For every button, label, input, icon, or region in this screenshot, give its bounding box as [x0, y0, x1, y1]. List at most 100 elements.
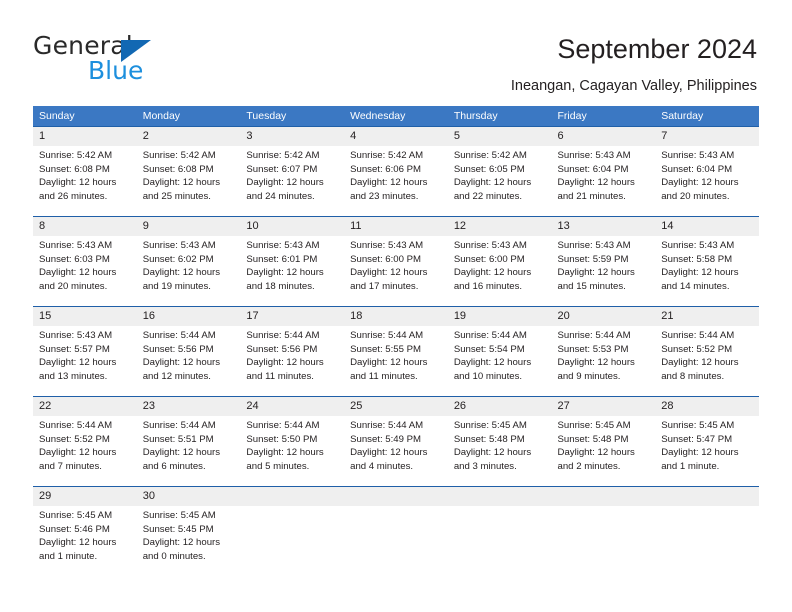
- day-cell[interactable]: 20 Sunrise: 5:44 AM Sunset: 5:53 PM Dayl…: [551, 306, 656, 397]
- sunset-text: Sunset: 5:45 PM: [142, 523, 214, 535]
- day-details: Sunrise: 5:43 AM Sunset: 6:03 PM Dayligh…: [33, 236, 137, 293]
- sunset-text: Sunset: 5:56 PM: [246, 343, 318, 355]
- day-cell[interactable]: 12 Sunrise: 5:43 AM Sunset: 6:00 PM Dayl…: [447, 216, 552, 307]
- daylight-text-line2: and 0 minutes.: [142, 550, 206, 562]
- day-cell[interactable]: 2 Sunrise: 5:42 AM Sunset: 6:08 PM Dayli…: [136, 126, 241, 217]
- day-cell[interactable]: 3 Sunrise: 5:42 AM Sunset: 6:07 PM Dayli…: [240, 126, 345, 217]
- daylight-text-line2: and 4 minutes.: [350, 460, 414, 472]
- day-cell[interactable]: 13 Sunrise: 5:43 AM Sunset: 5:59 PM Dayl…: [551, 216, 656, 307]
- day-cell[interactable]: 1 Sunrise: 5:42 AM Sunset: 6:08 PM Dayli…: [33, 126, 137, 217]
- day-cell[interactable]: 27 Sunrise: 5:45 AM Sunset: 5:48 PM Dayl…: [551, 396, 656, 487]
- day-cell-empty: [344, 486, 448, 576]
- daylight-text-line1: Daylight: 12 hours: [453, 177, 532, 189]
- weekday-header-wednesday: Wednesday: [344, 106, 448, 127]
- sunrise-text: Sunrise: 5:45 AM: [453, 420, 527, 431]
- day-cell[interactable]: 9 Sunrise: 5:43 AM Sunset: 6:02 PM Dayli…: [136, 216, 241, 307]
- day-number: 11: [344, 217, 448, 236]
- daylight-text-line1: Daylight: 12 hours: [661, 447, 739, 459]
- day-details: Sunrise: 5:43 AM Sunset: 5:59 PM Dayligh…: [552, 236, 656, 293]
- day-details: Sunrise: 5:44 AM Sunset: 5:56 PM Dayligh…: [137, 326, 241, 383]
- sunrise-text: Sunrise: 5:42 AM: [39, 150, 113, 161]
- sunset-text: Sunset: 6:02 PM: [142, 253, 214, 265]
- sunset-text: Sunset: 6:08 PM: [39, 163, 110, 175]
- sunset-text: Sunset: 5:46 PM: [39, 523, 110, 535]
- day-details: Sunrise: 5:44 AM Sunset: 5:55 PM Dayligh…: [344, 326, 448, 383]
- day-cell[interactable]: 7 Sunrise: 5:43 AM Sunset: 6:04 PM Dayli…: [655, 126, 759, 217]
- day-cell[interactable]: 11 Sunrise: 5:43 AM Sunset: 6:00 PM Dayl…: [344, 216, 448, 307]
- sunrise-text: Sunrise: 5:45 AM: [557, 420, 631, 431]
- day-details: [344, 506, 448, 509]
- day-cell[interactable]: 25 Sunrise: 5:44 AM Sunset: 5:49 PM Dayl…: [344, 396, 448, 487]
- day-number: 30: [136, 487, 241, 506]
- day-details: Sunrise: 5:42 AM Sunset: 6:07 PM Dayligh…: [240, 146, 344, 203]
- day-number: 9: [136, 217, 241, 236]
- day-cell[interactable]: 18 Sunrise: 5:44 AM Sunset: 5:55 PM Dayl…: [344, 306, 448, 397]
- day-number: 15: [33, 307, 137, 326]
- sunset-text: Sunset: 6:03 PM: [39, 253, 110, 265]
- day-cell[interactable]: 17 Sunrise: 5:44 AM Sunset: 5:56 PM Dayl…: [240, 306, 345, 397]
- day-cell-empty: [240, 486, 345, 576]
- day-cell[interactable]: 8 Sunrise: 5:43 AM Sunset: 6:03 PM Dayli…: [33, 216, 137, 307]
- day-cell[interactable]: 23 Sunrise: 5:44 AM Sunset: 5:51 PM Dayl…: [136, 396, 241, 487]
- daylight-text-line2: and 8 minutes.: [661, 370, 725, 382]
- day-cell[interactable]: 29 Sunrise: 5:45 AM Sunset: 5:46 PM Dayl…: [33, 486, 137, 576]
- day-details: Sunrise: 5:44 AM Sunset: 5:52 PM Dayligh…: [33, 416, 137, 473]
- daylight-text-line2: and 13 minutes.: [39, 370, 108, 382]
- general-blue-logo[interactable]: General Blue: [33, 33, 213, 84]
- day-cell[interactable]: 5 Sunrise: 5:42 AM Sunset: 6:05 PM Dayli…: [447, 126, 552, 217]
- page-title: September 2024: [557, 34, 757, 64]
- daylight-text-line2: and 26 minutes.: [39, 190, 108, 202]
- day-cell[interactable]: 24 Sunrise: 5:44 AM Sunset: 5:50 PM Dayl…: [240, 396, 345, 487]
- day-cell[interactable]: 26 Sunrise: 5:45 AM Sunset: 5:48 PM Dayl…: [447, 396, 552, 487]
- daylight-text-line1: Daylight: 12 hours: [453, 447, 532, 459]
- day-number: [551, 487, 656, 506]
- day-cell[interactable]: 30 Sunrise: 5:45 AM Sunset: 5:45 PM Dayl…: [136, 486, 241, 576]
- day-details: Sunrise: 5:44 AM Sunset: 5:56 PM Dayligh…: [240, 326, 344, 383]
- sunset-text: Sunset: 5:49 PM: [350, 433, 422, 445]
- day-details: [448, 506, 552, 509]
- day-cell[interactable]: 16 Sunrise: 5:44 AM Sunset: 5:56 PM Dayl…: [136, 306, 241, 397]
- weekday-header-monday: Monday: [136, 106, 241, 127]
- day-number: 2: [136, 127, 241, 146]
- day-details: Sunrise: 5:44 AM Sunset: 5:52 PM Dayligh…: [655, 326, 759, 383]
- daylight-text-line1: Daylight: 12 hours: [39, 267, 117, 279]
- daylight-text-line2: and 1 minute.: [661, 460, 720, 472]
- daylight-text-line2: and 9 minutes.: [557, 370, 621, 382]
- day-cell[interactable]: 28 Sunrise: 5:45 AM Sunset: 5:47 PM Dayl…: [655, 396, 759, 487]
- sunset-text: Sunset: 5:48 PM: [453, 433, 525, 445]
- day-number: 24: [240, 397, 345, 416]
- day-number: 23: [136, 397, 241, 416]
- sunrise-text: Sunrise: 5:44 AM: [557, 330, 631, 341]
- daylight-text-line1: Daylight: 12 hours: [142, 447, 221, 459]
- day-number: 7: [655, 127, 759, 146]
- daylight-text-line1: Daylight: 12 hours: [39, 537, 117, 549]
- daylight-text-line1: Daylight: 12 hours: [350, 447, 428, 459]
- sunrise-text: Sunrise: 5:42 AM: [453, 150, 527, 161]
- day-details: Sunrise: 5:42 AM Sunset: 6:08 PM Dayligh…: [33, 146, 137, 203]
- day-number: 1: [33, 127, 137, 146]
- day-cell[interactable]: 21 Sunrise: 5:44 AM Sunset: 5:52 PM Dayl…: [655, 306, 759, 397]
- calendar-body: 1 Sunrise: 5:42 AM Sunset: 6:08 PM Dayli…: [33, 126, 759, 576]
- day-cell[interactable]: 10 Sunrise: 5:43 AM Sunset: 6:01 PM Dayl…: [240, 216, 345, 307]
- sunset-text: Sunset: 5:57 PM: [39, 343, 110, 355]
- daylight-text-line1: Daylight: 12 hours: [661, 267, 739, 279]
- day-cell[interactable]: 14 Sunrise: 5:43 AM Sunset: 5:58 PM Dayl…: [655, 216, 759, 307]
- daylight-text-line2: and 20 minutes.: [39, 280, 108, 292]
- sunrise-text: Sunrise: 5:44 AM: [39, 420, 113, 431]
- daylight-text-line1: Daylight: 12 hours: [246, 447, 324, 459]
- calendar-week-row: 29 Sunrise: 5:45 AM Sunset: 5:46 PM Dayl…: [33, 486, 759, 576]
- day-cell[interactable]: 4 Sunrise: 5:42 AM Sunset: 6:06 PM Dayli…: [344, 126, 448, 217]
- daylight-text-line2: and 11 minutes.: [246, 370, 314, 382]
- day-details: Sunrise: 5:45 AM Sunset: 5:47 PM Dayligh…: [655, 416, 759, 473]
- day-cell[interactable]: 6 Sunrise: 5:43 AM Sunset: 6:04 PM Dayli…: [551, 126, 656, 217]
- day-cell[interactable]: 19 Sunrise: 5:44 AM Sunset: 5:54 PM Dayl…: [447, 306, 552, 397]
- day-number: 18: [344, 307, 448, 326]
- sunset-text: Sunset: 5:58 PM: [661, 253, 733, 265]
- daylight-text-line2: and 17 minutes.: [350, 280, 419, 292]
- sunset-text: Sunset: 5:52 PM: [661, 343, 733, 355]
- sunrise-text: Sunrise: 5:43 AM: [350, 240, 424, 251]
- day-cell[interactable]: 22 Sunrise: 5:44 AM Sunset: 5:52 PM Dayl…: [33, 396, 137, 487]
- day-number: 6: [551, 127, 656, 146]
- day-cell[interactable]: 15 Sunrise: 5:43 AM Sunset: 5:57 PM Dayl…: [33, 306, 137, 397]
- daylight-text-line2: and 23 minutes.: [350, 190, 419, 202]
